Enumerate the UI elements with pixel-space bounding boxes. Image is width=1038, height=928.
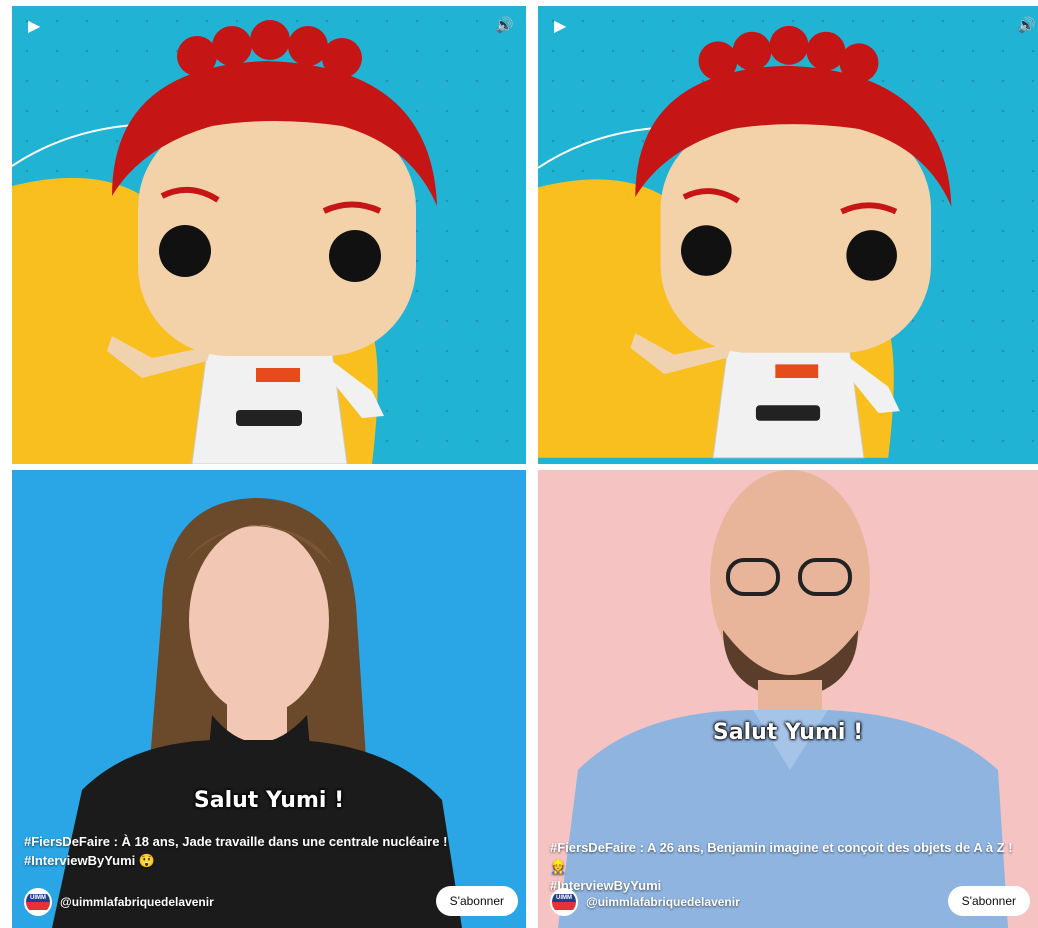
short-title[interactable]: #FiersDeFaire : A 26 ans, Benjamin imagi… <box>550 838 1024 895</box>
volume-icon[interactable]: 🔊 <box>495 16 514 34</box>
avatar-stripe <box>26 902 50 910</box>
channel-avatar[interactable]: UIMM <box>24 888 52 916</box>
title-line-2: #InterviewByYumi 😲 <box>24 853 156 868</box>
subscribe-button[interactable]: S'abonner <box>435 886 518 916</box>
subtitle-caption: Salut Yumi ! <box>712 720 864 745</box>
short-video-2[interactable]: ▶ 🔊 <box>538 6 1038 464</box>
short-video-1[interactable]: ▶ 🔊 <box>12 6 526 464</box>
cartoon-figure <box>12 20 437 464</box>
title-line-1: #FiersDeFaire : À 18 ans, Jade travaille… <box>24 834 448 849</box>
volume-icon[interactable]: 🔊 <box>1017 16 1036 34</box>
title-line-1: #FiersDeFaire : A 26 ans, Benjamin imagi… <box>550 840 1013 874</box>
subscribe-button[interactable]: S'abonner <box>947 886 1030 916</box>
channel-name[interactable]: @uimmlafabriquedelavenir <box>586 895 740 909</box>
channel-name[interactable]: @uimmlafabriquedelavenir <box>60 895 214 909</box>
cartoon-figure <box>538 25 952 459</box>
channel-info[interactable]: UIMM @uimmlafabriquedelavenir <box>24 888 214 916</box>
play-icon[interactable]: ▶ <box>554 16 566 36</box>
channel-info[interactable]: UIMM @uimmlafabriquedelavenir <box>550 888 740 916</box>
avatar-text: UIMM <box>552 894 576 902</box>
play-icon[interactable]: ▶ <box>28 16 40 36</box>
short-video-3[interactable]: Salut Yumi ! #FiersDeFaire : À 18 ans, J… <box>12 470 526 928</box>
subtitle-caption: Salut Yumi ! <box>193 788 345 813</box>
short-video-4[interactable]: Salut Yumi ! #FiersDeFaire : A 26 ans, B… <box>538 470 1038 928</box>
avatar-text: UIMM <box>26 894 50 902</box>
short-title[interactable]: #FiersDeFaire : À 18 ans, Jade travaille… <box>24 832 512 870</box>
channel-avatar[interactable]: UIMM <box>550 888 578 916</box>
avatar-stripe <box>552 902 576 910</box>
